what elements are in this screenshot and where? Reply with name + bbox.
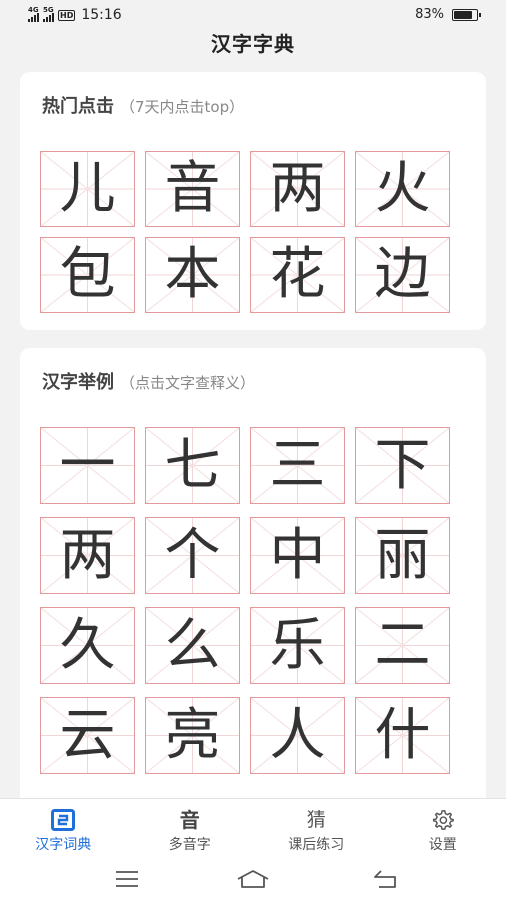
- char-text: 下: [374, 432, 431, 498]
- char-cell[interactable]: 本: [145, 237, 240, 313]
- char-text: 两: [269, 156, 326, 221]
- char-text: 什: [374, 702, 431, 768]
- char-text: 花: [269, 242, 326, 307]
- char-cell[interactable]: 亮: [145, 697, 240, 774]
- char-cell[interactable]: 久: [40, 607, 135, 684]
- char-cell[interactable]: 下: [355, 427, 450, 504]
- network-type-1: 4G: [28, 6, 39, 14]
- hd-badge: HD: [58, 9, 76, 21]
- char-text: 二: [374, 612, 431, 678]
- cai-char-icon: 猜: [307, 808, 326, 832]
- char-text: 两: [59, 522, 116, 588]
- status-right: 83%: [415, 7, 481, 22]
- tab-exercises[interactable]: 猜 课后练习: [253, 799, 380, 858]
- char-cell[interactable]: 两: [40, 517, 135, 594]
- examples-card: 汉字举例 （点击文字查释义） 一 七 三 下 两 个 中 丽 久 么 乐 二 云…: [20, 348, 486, 808]
- tab-label: 设置: [428, 837, 457, 853]
- network-type-2: 5G: [43, 6, 54, 14]
- hot-clicks-header: 热门点击 （7天内点击top）: [42, 92, 244, 118]
- char-cell[interactable]: 人: [250, 697, 345, 774]
- char-cell[interactable]: 七: [145, 427, 240, 504]
- example-chars-grid: 一 七 三 下 两 个 中 丽 久 么 乐 二 云 亮 人 什: [40, 427, 450, 774]
- char-text: 个: [164, 522, 221, 588]
- examples-header: 汉字举例 （点击文字查释义）: [42, 368, 255, 394]
- examples-subtitle: （点击文字查释义）: [120, 374, 256, 392]
- signal-4g-icon: 4G: [28, 6, 39, 22]
- char-text: 一: [59, 432, 116, 498]
- status-left: 4G 5G HD 15:16: [28, 6, 122, 23]
- clock: 15:16: [81, 7, 122, 23]
- char-text: 边: [374, 242, 431, 307]
- tab-label: 课后练习: [288, 837, 345, 853]
- app-screen: 4G 5G HD 15:16 83% 汉字字典 热门点击 （7天内点击top） …: [0, 0, 506, 900]
- yin-char-icon: 音: [180, 808, 200, 832]
- char-cell[interactable]: 一: [40, 427, 135, 504]
- examples-title: 汉字举例: [42, 372, 114, 393]
- status-bar: 4G 5G HD 15:16 83%: [0, 0, 506, 30]
- char-text: 儿: [59, 156, 116, 221]
- char-text: 乐: [269, 612, 326, 678]
- home-icon[interactable]: [233, 866, 273, 892]
- char-cell[interactable]: 包: [40, 237, 135, 313]
- char-cell[interactable]: 边: [355, 237, 450, 313]
- char-text: 火: [374, 156, 431, 221]
- char-text: 本: [164, 242, 221, 307]
- char-text: 中: [269, 522, 326, 588]
- char-cell[interactable]: 音: [145, 151, 240, 227]
- hot-clicks-title: 热门点击: [42, 96, 114, 117]
- char-cell[interactable]: 么: [145, 607, 240, 684]
- signal-5g-icon: 5G: [43, 6, 54, 22]
- char-text: 人: [269, 702, 326, 768]
- tab-glyph: 猜: [306, 809, 326, 831]
- tab-glyph: 音: [179, 808, 200, 832]
- battery-percent: 83%: [415, 7, 444, 22]
- char-text: 包: [59, 242, 116, 307]
- back-icon[interactable]: [366, 866, 406, 892]
- char-cell[interactable]: 花: [250, 237, 345, 313]
- char-cell[interactable]: 云: [40, 697, 135, 774]
- battery-icon: [452, 8, 481, 21]
- tab-label: 多音字: [168, 837, 211, 853]
- menu-icon[interactable]: [107, 866, 147, 892]
- hot-clicks-card: 热门点击 （7天内点击top） 儿 音 两 火 包 本 花 边: [20, 72, 486, 330]
- char-text: 云: [59, 702, 116, 768]
- char-cell[interactable]: 火: [355, 151, 450, 227]
- char-cell[interactable]: 个: [145, 517, 240, 594]
- char-text: 丽: [374, 522, 431, 588]
- hot-clicks-subtitle: （7天内点击top）: [120, 98, 245, 116]
- char-text: 三: [269, 432, 326, 498]
- tab-settings[interactable]: 设置: [380, 799, 506, 858]
- tab-label: 汉字词典: [35, 837, 92, 853]
- dictionary-icon: [51, 808, 76, 832]
- char-cell[interactable]: 二: [355, 607, 450, 684]
- tab-dictionary[interactable]: 汉字词典: [0, 799, 127, 858]
- char-cell[interactable]: 中: [250, 517, 345, 594]
- tab-polyphonic[interactable]: 音 多音字: [127, 799, 254, 858]
- bottom-tab-bar: 汉字词典 音 多音字 猜 课后练习 设置: [0, 798, 506, 858]
- page-title: 汉字字典: [211, 32, 295, 56]
- char-cell[interactable]: 两: [250, 151, 345, 227]
- char-cell[interactable]: 乐: [250, 607, 345, 684]
- system-nav-bar: [0, 858, 506, 900]
- char-text: 七: [164, 432, 221, 498]
- char-cell[interactable]: 什: [355, 697, 450, 774]
- gear-icon: [432, 808, 454, 832]
- char-cell[interactable]: 丽: [355, 517, 450, 594]
- char-cell[interactable]: 儿: [40, 151, 135, 227]
- char-text: 亮: [164, 702, 221, 768]
- char-text: 久: [59, 612, 116, 678]
- char-cell[interactable]: 三: [250, 427, 345, 504]
- hot-chars-grid: 儿 音 两 火 包 本 花 边: [40, 151, 450, 313]
- char-text: 么: [164, 612, 221, 678]
- battery-fill: [454, 10, 472, 19]
- char-text: 音: [164, 156, 221, 221]
